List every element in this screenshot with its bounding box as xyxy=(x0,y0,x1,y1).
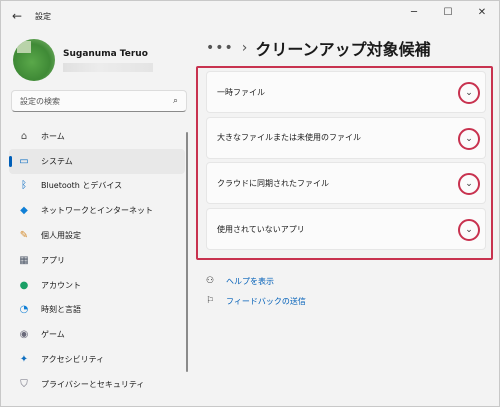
chevron-down-icon: ⌄ xyxy=(465,225,473,236)
sidebar-item[interactable]: ✎ 個人用設定 xyxy=(9,223,185,248)
settings-window: ← 設定 ─ ☐ ✕ Suganuma Teruo 設定の検索 ⌕ ⌂ ホーム ▭ シ… xyxy=(0,0,500,407)
cleanup-card-list: 一時ファイル ⌄ 大きなファイルまたは未使用のファイル ⌄ クラウドに同期されたファイル… xyxy=(206,71,486,254)
cleanup-card-label: クラウドに同期されたファイル xyxy=(217,178,329,188)
chevron-down-icon: ⌄ xyxy=(465,179,473,190)
accessibility-icon: ✦ xyxy=(19,354,29,366)
sidebar-nav: ⌂ ホーム ▭ システム ᛒ Bluetooth とデバイス ◆ ネットワークとインターネット… xyxy=(9,124,185,397)
search-input[interactable]: 設定の検索 xyxy=(20,96,173,107)
back-arrow-icon: ← xyxy=(11,9,23,23)
help-link[interactable]: ⚇ ヘルプを表示 xyxy=(204,271,306,291)
close-button[interactable]: ✕ xyxy=(465,1,499,23)
close-icon: ✕ xyxy=(477,6,487,18)
chevron-down-icon: ⌄ xyxy=(465,88,473,98)
maximize-button[interactable]: ☐ xyxy=(431,1,465,23)
monitor-icon: ▭ xyxy=(19,155,29,167)
cleanup-card-label: 使用されていないアプリ xyxy=(217,224,305,234)
help-link-label[interactable]: ヘルプを表示 xyxy=(226,276,274,287)
sidebar-item-label: Bluetooth とデバイス xyxy=(41,181,123,191)
sidebar-item-label: ホーム xyxy=(41,131,65,141)
feedback-link-label[interactable]: フィードバックの送信 xyxy=(226,296,306,307)
sidebar-item-label: 時刻と言語 xyxy=(41,305,81,315)
chevron-down-icon: ⌄ xyxy=(465,133,473,144)
page-title: クリーンアップ対象候補 xyxy=(255,40,431,59)
app-title: 設定 xyxy=(35,11,51,21)
sidebar-item-label: 個人用設定 xyxy=(41,231,81,241)
breadcrumb: ••• › クリーンアップ対象候補 xyxy=(206,35,431,61)
sidebar-item-label: システム xyxy=(41,156,73,166)
sidebar-item[interactable]: ▦ アプリ xyxy=(9,248,185,273)
sidebar-item-label: プライバシーとセキュリティ xyxy=(41,379,145,389)
user-email-redacted xyxy=(63,62,153,72)
user-text: Suganuma Teruo xyxy=(63,49,153,72)
sidebar-item[interactable]: ● アカウント xyxy=(9,273,185,298)
avatar xyxy=(13,39,55,81)
sidebar-item[interactable]: ◆ ネットワークとインターネット xyxy=(9,198,185,223)
sidebar-item[interactable]: ✦ アクセシビリティ xyxy=(9,347,185,372)
sidebar-item[interactable]: ⛉ プライバシーとセキュリティ xyxy=(9,372,185,397)
sidebar-item-label: アプリ xyxy=(41,255,65,265)
sidebar-item-label: アカウント xyxy=(41,280,81,290)
minimize-button[interactable]: ─ xyxy=(397,1,431,23)
minimize-icon: ─ xyxy=(410,6,418,18)
search-box[interactable]: 設定の検索 ⌕ xyxy=(11,90,187,112)
feedback-icon: ⚐ xyxy=(205,296,215,306)
cleanup-card[interactable]: 大きなファイルまたは未使用のファイル ⌄ xyxy=(206,116,486,159)
expand-button[interactable]: ⌄ xyxy=(458,219,480,242)
search-icon: ⌕ xyxy=(172,96,178,106)
home-icon: ⌂ xyxy=(20,130,28,142)
back-button[interactable]: ← xyxy=(3,2,31,30)
gaming-icon: ◉ xyxy=(19,329,29,341)
cleanup-card-label: 大きなファイルまたは未使用のファイル xyxy=(217,133,361,143)
bluetooth-icon: ᛒ xyxy=(21,180,27,192)
brush-icon: ✎ xyxy=(19,230,29,242)
title-bar: ← 設定 ─ ☐ ✕ xyxy=(1,1,499,31)
maximize-icon: ☐ xyxy=(443,6,453,18)
shield-icon: ⛉ xyxy=(20,378,28,390)
help-links: ⚇ ヘルプを表示 ⚐ フィードバックの送信 xyxy=(204,271,306,311)
sidebar-item[interactable]: ◉ ゲーム xyxy=(9,322,185,347)
sidebar-item[interactable]: ᛒ Bluetooth とデバイス xyxy=(9,174,185,199)
sidebar-item-label: アクセシビリティ xyxy=(41,355,105,365)
sidebar-item[interactable]: ⌂ ホーム xyxy=(9,124,185,149)
sidebar-item-label: ネットワークとインターネット xyxy=(41,206,153,216)
wifi-icon: ◆ xyxy=(20,205,28,217)
breadcrumb-chevron-icon: › xyxy=(241,40,248,56)
sidebar-scrollbar[interactable] xyxy=(186,132,188,372)
cleanup-card[interactable]: 使用されていないアプリ ⌄ xyxy=(206,208,486,251)
expand-button[interactable]: ⌄ xyxy=(458,127,480,150)
cleanup-card-label: 一時ファイル xyxy=(217,87,265,97)
expand-button[interactable]: ⌄ xyxy=(458,82,480,104)
cleanup-card[interactable]: クラウドに同期されたファイル ⌄ xyxy=(206,162,486,205)
time-language-icon: ◔ xyxy=(19,304,29,316)
apps-icon: ▦ xyxy=(19,254,29,266)
expand-button[interactable]: ⌄ xyxy=(458,173,480,196)
user-name: Suganuma Teruo xyxy=(63,48,148,59)
window-controls: ─ ☐ ✕ xyxy=(397,1,499,23)
feedback-link[interactable]: ⚐ フィードバックの送信 xyxy=(204,291,306,311)
sidebar-item[interactable]: ▭ システム xyxy=(9,148,185,174)
sidebar-item[interactable]: ◔ 時刻と言語 xyxy=(9,298,185,323)
account-icon: ● xyxy=(19,279,29,291)
help-icon: ⚇ xyxy=(205,276,215,286)
cleanup-card[interactable]: 一時ファイル ⌄ xyxy=(206,71,486,113)
sidebar-item-label: ゲーム xyxy=(41,330,65,340)
user-profile[interactable]: Suganuma Teruo xyxy=(13,39,153,81)
breadcrumb-more-button[interactable]: ••• xyxy=(206,40,234,56)
